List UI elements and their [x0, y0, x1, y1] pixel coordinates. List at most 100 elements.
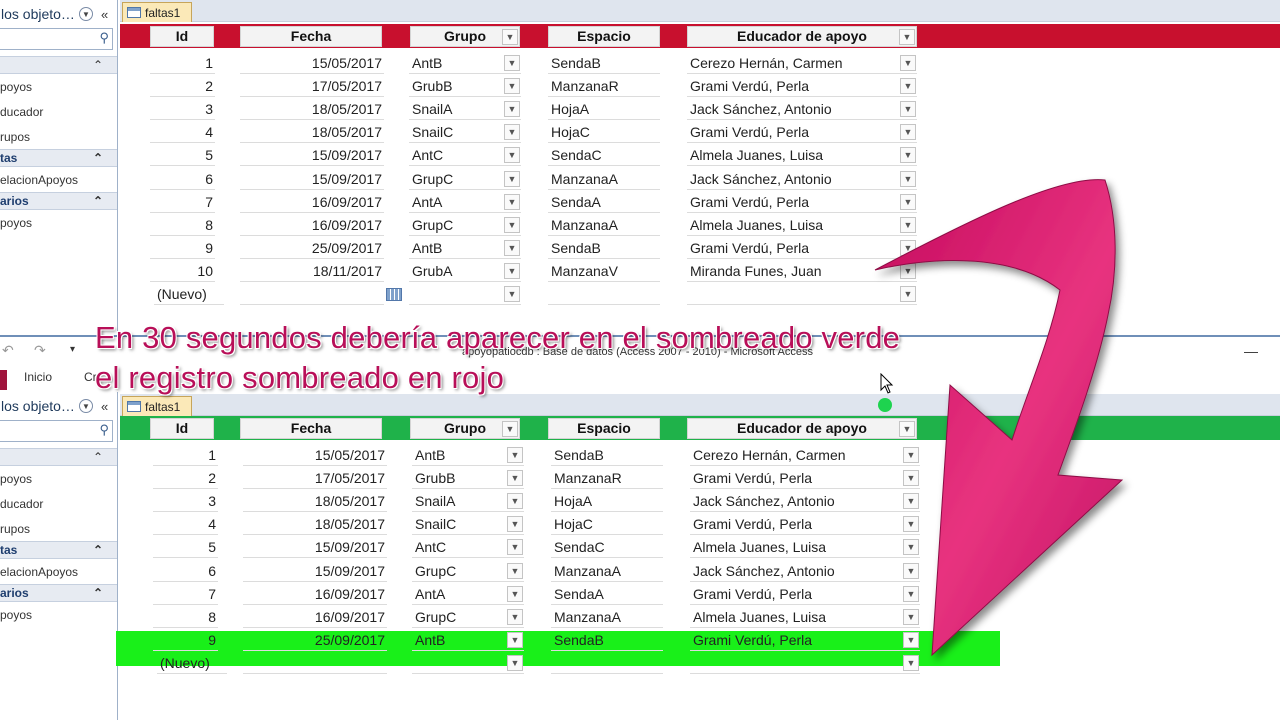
table-cell[interactable]: 15/05/2017	[243, 444, 387, 466]
table-cell[interactable]: 15/09/2017	[240, 144, 384, 167]
column-header[interactable]: Educador de apoyo ▼	[687, 26, 917, 47]
nav-group-header[interactable]: arios ⌃	[0, 584, 117, 602]
table-cell[interactable]: ManzanaR	[551, 467, 663, 490]
nav-item[interactable]: poyos	[0, 74, 117, 99]
table-cell[interactable]: ManzanaV	[548, 260, 660, 282]
table-cell[interactable]: 1	[150, 52, 215, 74]
chevron-down-icon[interactable]: ▼	[504, 78, 520, 95]
tab-faltas1-top[interactable]: faltas1	[122, 2, 192, 22]
chevron-up-icon[interactable]: ⌃	[93, 586, 103, 600]
chevron-down-icon[interactable]: ▼	[504, 101, 520, 118]
nav-item[interactable]: elacionApoyos	[0, 167, 117, 192]
table-row[interactable]: 3 18/05/2017 SnailA ▼ HojaA Jack Sánchez, Ant…	[120, 98, 1020, 121]
table-cell[interactable]: 4	[150, 121, 215, 144]
table-cell[interactable]: SendaB	[548, 237, 660, 259]
customize-toolbar-icon[interactable]: ▾	[70, 344, 75, 355]
column-header[interactable]: Grupo ▼	[410, 26, 520, 47]
table-cell[interactable]: 17/05/2017	[240, 75, 384, 98]
chevron-down-icon[interactable]: ▼	[900, 101, 916, 118]
chevron-down-icon[interactable]: ▼	[504, 193, 520, 210]
table-cell[interactable]: SendaA	[551, 583, 663, 605]
table-cell[interactable]: 16/09/2017	[240, 214, 384, 236]
table-cell[interactable]: 15/09/2017	[243, 560, 387, 582]
column-header[interactable]: Grupo ▼	[410, 418, 520, 439]
nav-group-header[interactable]: ⌃	[0, 56, 117, 74]
table-cell[interactable]: 10	[150, 260, 215, 282]
nav-item[interactable]: rupos	[0, 516, 117, 541]
column-header[interactable]: Id	[150, 26, 214, 47]
table-cell[interactable]: 16/09/2017	[243, 606, 387, 628]
chevron-down-icon[interactable]: ▼	[502, 29, 518, 45]
table-cell[interactable]: 2	[150, 75, 215, 98]
chevron-down-icon[interactable]: ▼	[504, 216, 520, 233]
chevron-up-icon[interactable]: ⌃	[93, 151, 103, 165]
chevron-down-icon[interactable]: ▼	[900, 55, 916, 71]
table-cell[interactable]: ManzanaA	[548, 214, 660, 236]
nav-group-header[interactable]: tas ⌃	[0, 541, 117, 559]
table-cell[interactable]: HojaA	[548, 98, 660, 121]
chevron-down-icon[interactable]: ▼	[507, 470, 523, 487]
chevron-down-icon[interactable]: ▼	[507, 654, 523, 671]
nav-group-header[interactable]: arios ⌃	[0, 192, 117, 210]
chevron-down-icon[interactable]: ▼	[504, 147, 520, 164]
column-header[interactable]: Fecha	[240, 26, 382, 47]
date-picker-icon[interactable]	[386, 288, 402, 301]
table-cell[interactable]: Grami Verdú, Perla	[687, 121, 917, 144]
chevron-down-icon[interactable]: ▼	[507, 493, 523, 510]
nav-item[interactable]: elacionApoyos	[0, 559, 117, 584]
chevron-down-icon[interactable]: ▼	[900, 78, 916, 95]
table-cell[interactable]: 4	[153, 513, 218, 536]
chevron-down-icon[interactable]: ▼	[504, 262, 520, 279]
table-cell[interactable]: 5	[150, 144, 215, 167]
table-cell[interactable]: 8	[150, 214, 215, 236]
chevron-up-icon[interactable]: ⌃	[93, 58, 103, 72]
chevron-down-icon[interactable]: ▼	[502, 421, 518, 437]
table-cell[interactable]: HojaC	[548, 121, 660, 144]
table-cell[interactable]: 25/09/2017	[243, 629, 387, 651]
table-cell[interactable]: 18/05/2017	[243, 490, 387, 513]
table-cell[interactable]: HojaC	[551, 513, 663, 536]
table-cell[interactable]: SendaB	[551, 629, 663, 651]
table-cell[interactable]: 18/05/2017	[243, 513, 387, 536]
table-cell[interactable]: 7	[150, 191, 215, 213]
table-cell[interactable]	[548, 283, 660, 305]
table-cell[interactable]: 3	[150, 98, 215, 121]
nav-item[interactable]: ducador	[0, 491, 117, 516]
table-cell[interactable]: Grami Verdú, Perla	[687, 75, 917, 98]
table-cell[interactable]: Jack Sánchez, Antonio	[687, 98, 917, 121]
chevron-up-icon[interactable]: ⌃	[93, 450, 103, 464]
table-cell[interactable]: 16/09/2017	[243, 583, 387, 605]
chevron-down-icon[interactable]: ▼	[504, 55, 520, 71]
nav-dropdown-icon[interactable]: ▼	[78, 7, 93, 21]
nav-item[interactable]: poyos	[0, 602, 117, 627]
table-cell[interactable]: 8	[153, 606, 218, 628]
table-cell[interactable]: ManzanaA	[551, 560, 663, 582]
table-cell[interactable]: SendaC	[548, 144, 660, 167]
nav-pane-header[interactable]: los objeto… ▼ «	[0, 392, 117, 420]
nav-group-header[interactable]: ⌃	[0, 448, 117, 466]
table-cell[interactable]: 25/09/2017	[240, 237, 384, 259]
table-cell[interactable]	[243, 652, 387, 674]
table-cell[interactable]	[240, 283, 384, 305]
table-row[interactable]: 2 17/05/2017 GrubB ▼ ManzanaR Grami Verdú, Pe…	[120, 75, 1020, 98]
nav-item[interactable]: poyos	[0, 466, 117, 491]
column-header[interactable]: Espacio	[548, 26, 660, 47]
nav-pane-header[interactable]: los objeto… ▼ «	[0, 0, 117, 28]
table-cell[interactable]: 5	[153, 536, 218, 559]
chevron-down-icon[interactable]: ▼	[507, 585, 523, 602]
table-cell[interactable]: SendaB	[551, 444, 663, 466]
table-row[interactable]: 4 18/05/2017 SnailC ▼ HojaC Grami Verdú, Perl…	[120, 121, 1020, 144]
table-cell[interactable]: 7	[153, 583, 218, 605]
table-cell[interactable]: 15/09/2017	[243, 536, 387, 559]
table-cell[interactable]: SendaB	[548, 52, 660, 74]
table-cell[interactable]: 2	[153, 467, 218, 490]
nav-dropdown-icon[interactable]: ▼	[78, 399, 93, 413]
table-cell[interactable]: 17/05/2017	[243, 467, 387, 490]
chevron-down-icon[interactable]: ▼	[507, 539, 523, 556]
chevron-up-icon[interactable]: ⌃	[93, 194, 103, 208]
table-cell[interactable]: SendaA	[548, 191, 660, 213]
nav-group-header[interactable]: tas ⌃	[0, 149, 117, 167]
redo-icon[interactable]: ↷	[34, 342, 46, 359]
table-cell[interactable]	[551, 652, 663, 674]
chevron-down-icon[interactable]: ▼	[504, 239, 520, 256]
